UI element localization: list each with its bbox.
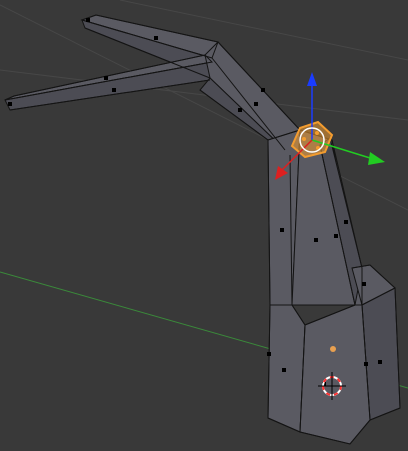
- mesh-vertex[interactable]: [8, 102, 12, 106]
- mesh-vertex[interactable]: [86, 18, 90, 22]
- mesh-object[interactable]: [4, 14, 401, 445]
- 3d-viewport[interactable]: [0, 0, 408, 451]
- mesh-vertex[interactable]: [334, 234, 338, 238]
- mesh-vertex[interactable]: [261, 88, 265, 92]
- mesh-vertex[interactable]: [364, 362, 368, 366]
- mesh-vertex[interactable]: [267, 352, 271, 356]
- selected-vertex[interactable]: [315, 131, 319, 135]
- mesh-vertex[interactable]: [282, 368, 286, 372]
- mesh-vertex[interactable]: [378, 360, 382, 364]
- selected-vertex[interactable]: [302, 137, 306, 141]
- mesh-vertex[interactable]: [154, 36, 158, 40]
- floor-grid: [0, 0, 408, 211]
- mesh-face[interactable]: [299, 304, 371, 445]
- mesh-vertex[interactable]: [314, 238, 318, 242]
- gizmo-y-arrow[interactable]: [368, 152, 385, 165]
- viewport-scene[interactable]: [0, 0, 408, 451]
- grid-line: [0, 4, 408, 211]
- mesh-vertex[interactable]: [104, 76, 108, 80]
- mesh-vertex[interactable]: [344, 220, 348, 224]
- mesh-vertex[interactable]: [280, 228, 284, 232]
- gizmo-z-arrow[interactable]: [307, 72, 317, 86]
- mesh-vertex[interactable]: [238, 108, 242, 112]
- mesh-vertex[interactable]: [112, 88, 116, 92]
- mesh-face[interactable]: [267, 304, 306, 433]
- mesh-face[interactable]: [4, 61, 213, 111]
- mesh-vertex[interactable]: [362, 282, 366, 286]
- mesh-vertex[interactable]: [254, 102, 258, 106]
- object-origin-dot: [330, 346, 336, 352]
